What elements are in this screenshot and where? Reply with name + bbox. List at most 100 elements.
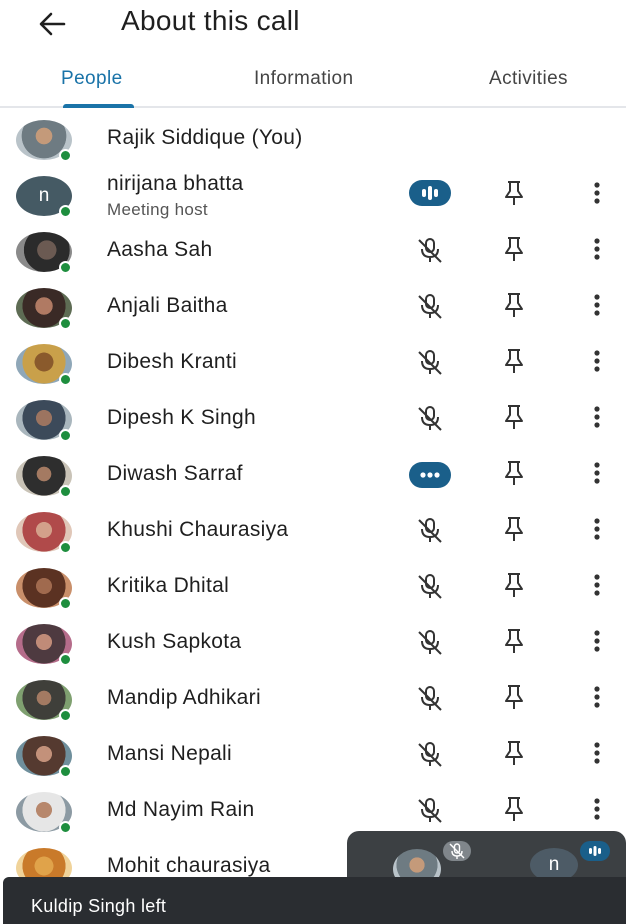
avatar: n — [16, 176, 72, 218]
online-indicator — [59, 765, 72, 778]
speaking-indicator-icon — [409, 180, 451, 206]
participant-row[interactable]: Dibesh Kranti — [0, 342, 626, 398]
participant-name: Aasha Sah — [107, 238, 213, 261]
participant-name: Diwash Sarraf — [107, 462, 243, 485]
online-indicator — [59, 261, 72, 274]
participant-row[interactable]: Diwash Sarraf — [0, 454, 626, 510]
pin-icon[interactable] — [500, 290, 528, 320]
online-indicator — [59, 149, 72, 162]
online-indicator — [59, 205, 72, 218]
pin-icon[interactable] — [500, 682, 528, 712]
more-vert-icon[interactable] — [586, 738, 608, 768]
online-indicator — [59, 373, 72, 386]
more-vert-icon[interactable] — [586, 570, 608, 600]
pin-icon[interactable] — [500, 178, 528, 208]
participant-name: Kritika Dhital — [107, 574, 230, 597]
online-indicator — [59, 821, 72, 834]
participant-name: Kush Sapkota — [107, 630, 242, 653]
participant-row[interactable]: Mansi Nepali — [0, 734, 626, 790]
tab-information[interactable]: Information — [254, 68, 353, 90]
active-tab-indicator — [63, 104, 134, 108]
avatar — [16, 456, 72, 498]
speaking-indicator-icon — [409, 462, 451, 488]
mic-off-icon[interactable] — [410, 516, 450, 544]
participant-name: Mansi Nepali — [107, 742, 232, 765]
avatar — [16, 288, 72, 330]
pin-icon[interactable] — [500, 570, 528, 600]
online-indicator — [59, 485, 72, 498]
more-vert-icon[interactable] — [586, 402, 608, 432]
avatar — [16, 568, 72, 610]
avatar — [16, 120, 72, 162]
participant-name: Mohit chaurasiya — [107, 854, 271, 877]
mic-off-icon[interactable] — [410, 236, 450, 264]
pin-icon[interactable] — [500, 738, 528, 768]
participant-row[interactable]: Dipesh K Singh — [0, 398, 626, 454]
mic-off-icon[interactable] — [410, 348, 450, 376]
participant-name: Mandip Adhikari — [107, 686, 261, 709]
more-vert-icon[interactable] — [586, 794, 608, 824]
participant-row[interactable]: Mandip Adhikari — [0, 678, 626, 734]
mic-off-icon[interactable] — [410, 404, 450, 432]
avatar — [16, 792, 72, 834]
tab-bar: People Information Activities — [0, 58, 626, 108]
participant-row[interactable]: Rajik Siddique (You) — [0, 118, 626, 174]
tab-people[interactable]: People — [61, 68, 123, 90]
participant-name: Rajik Siddique (You) — [107, 126, 303, 149]
online-indicator — [59, 709, 72, 722]
participant-row[interactable]: n nirijana bhatta Meeting host — [0, 172, 626, 228]
more-vert-icon[interactable] — [586, 290, 608, 320]
avatar — [16, 512, 72, 554]
participant-name: Dibesh Kranti — [107, 350, 237, 373]
speaking-indicator-icon — [580, 841, 610, 861]
more-vert-icon[interactable] — [586, 178, 608, 208]
pin-icon[interactable] — [500, 626, 528, 656]
participant-row[interactable]: Anjali Baitha — [0, 286, 626, 342]
pin-icon[interactable] — [500, 794, 528, 824]
online-indicator — [59, 541, 72, 554]
mic-off-icon[interactable] — [410, 628, 450, 656]
participant-name: nirijana bhatta — [107, 172, 244, 195]
more-vert-icon[interactable] — [586, 626, 608, 656]
online-indicator — [59, 597, 72, 610]
participant-name: Md Nayim Rain — [107, 798, 255, 821]
participant-role: Meeting host — [107, 200, 208, 219]
tab-activities[interactable]: Activities — [489, 68, 568, 90]
mic-off-icon[interactable] — [410, 684, 450, 712]
avatar — [16, 400, 72, 442]
online-indicator — [59, 653, 72, 666]
page-title: About this call — [121, 5, 300, 36]
participant-row[interactable]: Khushi Chaurasiya — [0, 510, 626, 566]
online-indicator — [59, 429, 72, 442]
snackbar: Kuldip Singh left — [3, 877, 626, 924]
pin-icon[interactable] — [500, 234, 528, 264]
participant-name: Anjali Baitha — [107, 294, 228, 317]
more-vert-icon[interactable] — [586, 514, 608, 544]
pin-icon[interactable] — [500, 346, 528, 376]
participant-name: Dipesh K Singh — [107, 406, 256, 429]
snackbar-message: Kuldip Singh left — [31, 896, 167, 916]
pin-icon[interactable] — [500, 458, 528, 488]
participant-name: Khushi Chaurasiya — [107, 518, 289, 541]
more-vert-icon[interactable] — [586, 458, 608, 488]
more-vert-icon[interactable] — [586, 346, 608, 376]
pin-icon[interactable] — [500, 402, 528, 432]
mic-off-icon[interactable] — [410, 572, 450, 600]
online-indicator — [59, 317, 72, 330]
pin-icon[interactable] — [500, 514, 528, 544]
avatar — [16, 232, 72, 274]
mic-off-icon[interactable] — [410, 292, 450, 320]
avatar — [16, 680, 72, 722]
participant-row[interactable]: Kush Sapkota — [0, 622, 626, 678]
back-arrow-icon[interactable] — [34, 6, 70, 42]
participant-row[interactable]: Kritika Dhital — [0, 566, 626, 622]
avatar — [16, 344, 72, 386]
avatar — [16, 624, 72, 666]
participant-row[interactable]: Aasha Sah — [0, 230, 626, 286]
avatar — [16, 736, 72, 778]
app-bar: About this call — [0, 0, 626, 50]
more-vert-icon[interactable] — [586, 234, 608, 264]
mic-off-icon[interactable] — [410, 740, 450, 768]
more-vert-icon[interactable] — [586, 682, 608, 712]
mic-off-icon[interactable] — [410, 796, 450, 824]
